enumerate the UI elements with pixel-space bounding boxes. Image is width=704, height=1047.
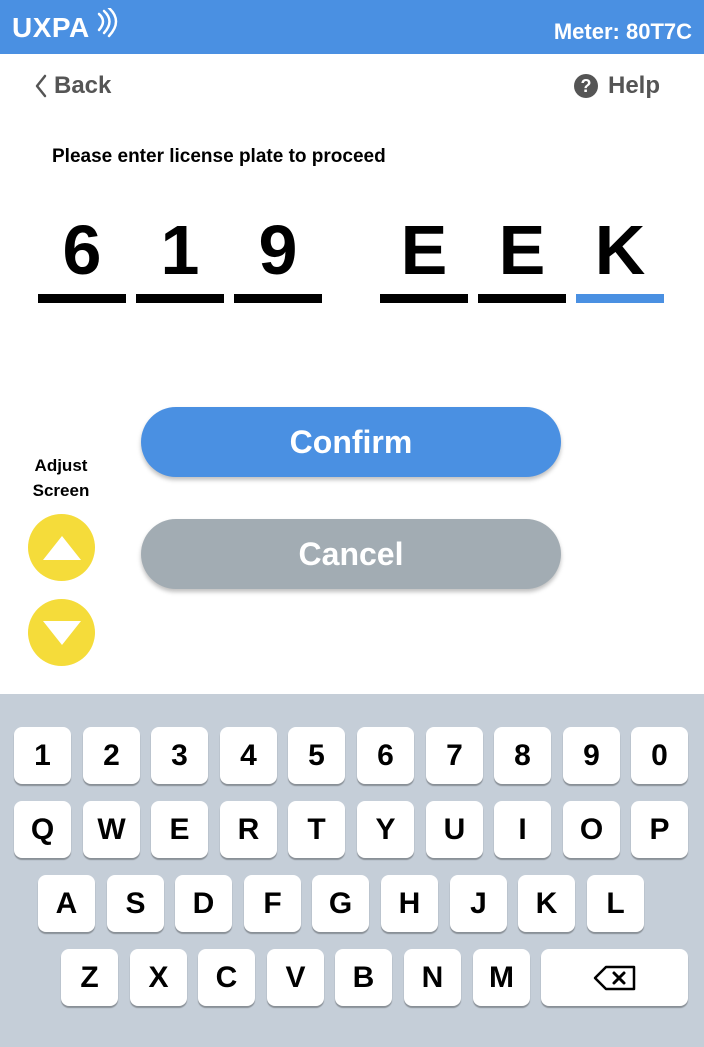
key[interactable]: A — [38, 875, 95, 932]
adjust-screen-down-button[interactable] — [28, 599, 95, 666]
key[interactable]: W — [83, 801, 140, 858]
key[interactable]: 4 — [220, 727, 277, 784]
instruction-text: Please enter license plate to proceed — [52, 146, 386, 167]
key[interactable]: S — [107, 875, 164, 932]
key[interactable]: R — [220, 801, 277, 858]
key[interactable]: H — [381, 875, 438, 932]
plate-char-slot-5[interactable]: E — [478, 210, 566, 305]
key[interactable]: E — [151, 801, 208, 858]
key[interactable]: O — [563, 801, 620, 858]
adjust-label-line: Adjust — [34, 456, 88, 475]
plate-underline — [478, 294, 566, 303]
key[interactable]: 1 — [14, 727, 71, 784]
plate-char: 1 — [160, 211, 200, 289]
help-button[interactable]: ? Help — [573, 72, 660, 100]
key[interactable]: 3 — [151, 727, 208, 784]
key[interactable]: G — [312, 875, 369, 932]
adjust-label-line: Screen — [32, 481, 90, 500]
plate-char: K — [594, 211, 646, 289]
key[interactable]: Z — [61, 949, 118, 1006]
header-bar: UXPA Meter: 80T7C — [0, 0, 704, 54]
plate-char: E — [498, 211, 546, 289]
adjust-screen-up-button[interactable] — [28, 514, 95, 581]
key[interactable]: B — [335, 949, 392, 1006]
backspace-key[interactable] — [541, 949, 688, 1006]
plate-char-slot-2[interactable]: 1 — [136, 210, 224, 305]
signal-waves-icon — [97, 8, 118, 38]
plate-char-slot-3[interactable]: 9 — [234, 210, 322, 305]
chevron-left-icon — [35, 74, 47, 98]
key[interactable]: D — [175, 875, 232, 932]
key[interactable]: 8 — [494, 727, 551, 784]
meter-id: Meter: 80T7C — [553, 19, 692, 44]
key[interactable]: C — [198, 949, 255, 1006]
back-button[interactable]: Back — [34, 72, 111, 100]
on-screen-keyboard: 1234567890 QWERTYUIOP ASDFGHJKL ZXCVBNM — [0, 694, 704, 1047]
key[interactable]: 0 — [631, 727, 688, 784]
key[interactable]: P — [631, 801, 688, 858]
plate-char-slot-6[interactable]: K — [576, 210, 664, 305]
plate-char-slot-4[interactable]: E — [380, 210, 468, 305]
backspace-icon — [593, 965, 635, 990]
key[interactable]: M — [473, 949, 530, 1006]
key[interactable]: K — [518, 875, 575, 932]
plate-char-slot-1[interactable]: 6 — [38, 210, 126, 305]
confirm-button[interactable]: Confirm — [141, 407, 561, 477]
key[interactable]: J — [450, 875, 507, 932]
plate-char: E — [400, 211, 448, 289]
key[interactable]: Q — [14, 801, 71, 858]
key[interactable]: L — [587, 875, 644, 932]
key[interactable]: 7 — [426, 727, 483, 784]
plate-underline — [38, 294, 126, 303]
key[interactable]: U — [426, 801, 483, 858]
key[interactable]: I — [494, 801, 551, 858]
triangle-down-icon — [42, 620, 81, 645]
cancel-button[interactable]: Cancel — [141, 519, 561, 589]
question-circle-icon: ? — [573, 74, 598, 98]
key[interactable]: T — [288, 801, 345, 858]
plate-underline — [234, 294, 322, 303]
help-label: Help — [607, 72, 660, 99]
back-label: Back — [54, 72, 112, 99]
key[interactable]: Y — [357, 801, 414, 858]
key[interactable]: 9 — [563, 727, 620, 784]
key[interactable]: X — [130, 949, 187, 1006]
key[interactable]: 5 — [288, 727, 345, 784]
plate-char: 6 — [62, 211, 102, 289]
key[interactable]: 6 — [357, 727, 414, 784]
triangle-up-icon — [42, 535, 81, 560]
key[interactable]: V — [267, 949, 324, 1006]
plate-underline — [380, 294, 468, 303]
plate-char: 9 — [258, 211, 298, 289]
plate-underline-active — [576, 294, 664, 303]
key[interactable]: F — [244, 875, 301, 932]
key[interactable]: N — [404, 949, 461, 1006]
adjust-screen-label: Adjust Screen — [20, 453, 102, 503]
plate-underline — [136, 294, 224, 303]
app-logo: UXPA — [12, 12, 90, 43]
key[interactable]: 2 — [83, 727, 140, 784]
